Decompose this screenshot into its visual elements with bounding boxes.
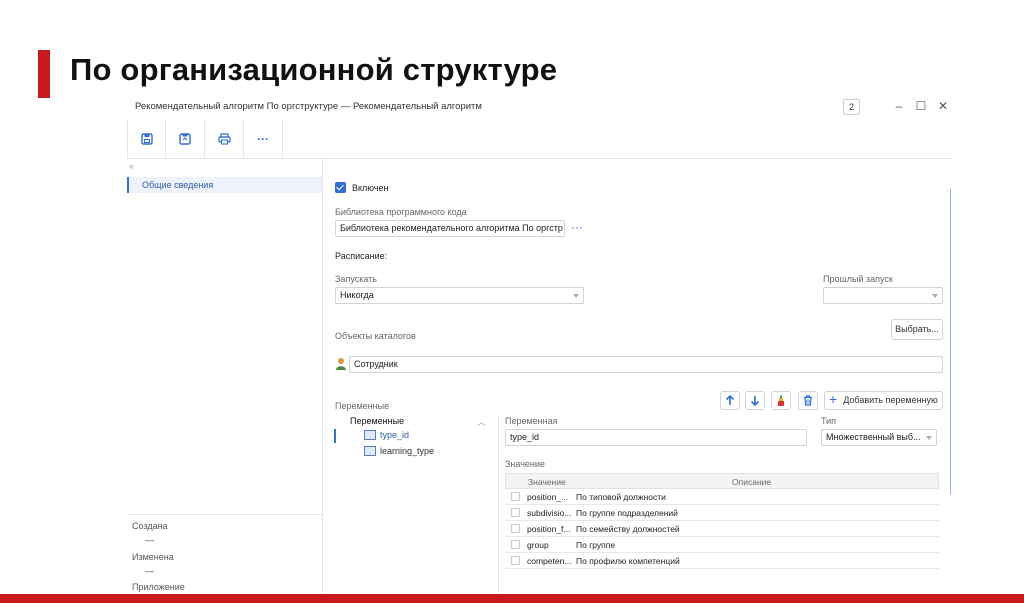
variables-tree-root[interactable]: Переменные: [350, 416, 404, 426]
user-icon: [336, 358, 346, 370]
row-checkbox[interactable]: [511, 492, 520, 501]
chevron-up-icon[interactable]: ︿: [477, 415, 486, 428]
add-variable-label: Добавить переменную: [843, 395, 938, 405]
sidebar-item-general[interactable]: Общие сведения: [127, 177, 322, 193]
choose-button[interactable]: Выбрать...: [891, 319, 943, 340]
row-description: По семейству должностей: [576, 524, 680, 534]
sort-button[interactable]: [771, 391, 791, 410]
library-label: Библиотека программного кода: [335, 207, 467, 217]
slide-accent-bar: [38, 50, 50, 98]
values-grid-header: Значение Описание: [505, 473, 939, 489]
sidebar-collapse-icon[interactable]: «: [129, 161, 134, 171]
add-variable-button[interactable]: + Добавить переменную: [824, 391, 943, 410]
row-value: subdivisio...: [527, 508, 572, 518]
catalog-item-field[interactable]: Сотрудник: [349, 356, 943, 373]
run-label: Запускать: [335, 274, 377, 284]
window: Рекомендательный алгоритм По оргструктур…: [127, 95, 953, 594]
more-button[interactable]: ···: [244, 119, 283, 158]
save-icon: [140, 132, 153, 145]
row-description: По группе подразделений: [576, 508, 678, 518]
sidebar-footer: Создана — Изменена — Приложение: [127, 514, 322, 592]
enabled-label: Включен: [352, 183, 389, 193]
close-button[interactable]: ✕: [936, 98, 950, 114]
row-checkbox[interactable]: [511, 540, 520, 549]
chevron-down-icon: [926, 436, 932, 440]
type-label: Тип: [821, 416, 837, 426]
row-value: position_f...: [527, 524, 571, 534]
type-select-value: Множественный выб...: [826, 432, 921, 442]
toolbar: ···: [127, 119, 953, 159]
variables-label: Переменные: [335, 401, 390, 411]
tree-item-learning-type[interactable]: learning_type: [364, 446, 434, 456]
variable-name-field[interactable]: type_id: [505, 429, 807, 446]
delete-button[interactable]: [798, 391, 818, 410]
chevron-down-icon: [932, 294, 938, 298]
arrow-up-icon: [725, 395, 735, 405]
grid-column-value: Значение: [528, 477, 566, 487]
tree-item-type-id[interactable]: type_id: [364, 430, 409, 440]
bucket-icon: [778, 395, 784, 406]
run-select-value: Никогда: [340, 290, 374, 300]
print-icon: [217, 132, 231, 145]
last-run-label: Прошлый запуск: [823, 274, 893, 284]
save-close-icon: [179, 132, 191, 145]
row-value: position_...: [527, 492, 569, 502]
run-select[interactable]: Никогда: [335, 287, 584, 304]
maximize-button[interactable]: ☐: [914, 98, 928, 114]
table-row[interactable]: competen... По профилю компетенций: [505, 553, 939, 569]
tree-item-label: learning_type: [380, 446, 435, 456]
minimize-button[interactable]: –: [892, 98, 906, 114]
trash-icon: [804, 395, 812, 406]
chevron-down-icon: [573, 294, 579, 298]
table-row[interactable]: group По группе: [505, 537, 939, 553]
row-checkbox[interactable]: [511, 508, 520, 517]
window-counter-badge[interactable]: 2: [843, 99, 860, 115]
scrollbar[interactable]: [950, 189, 951, 494]
variable-icon: [364, 430, 376, 440]
row-description: По типовой должности: [576, 492, 666, 502]
enabled-checkbox[interactable]: [335, 182, 346, 193]
save-and-close-button[interactable]: [166, 119, 205, 158]
sidebar: « Общие сведения Создана — Изменена — Пр…: [127, 159, 323, 594]
schedule-label: Расписание:: [335, 251, 388, 261]
library-more-icon[interactable]: ···: [571, 221, 583, 233]
print-button[interactable]: [205, 119, 244, 158]
row-value: group: [527, 540, 549, 550]
main-form: Включен Библиотека программного кода Биб…: [324, 159, 953, 594]
grid-column-description: Описание: [732, 477, 772, 487]
value-label: Значение: [505, 459, 545, 469]
table-row[interactable]: position_... По типовой должности: [505, 489, 939, 505]
tree-selection-indicator: [334, 429, 336, 443]
table-row[interactable]: position_f... По семейству должностей: [505, 521, 939, 537]
slide-bottom-bar: [0, 594, 1024, 603]
tree-item-label: type_id: [380, 430, 410, 440]
last-run-select[interactable]: [823, 287, 943, 304]
created-label: Создана: [132, 521, 168, 531]
row-description: По профилю компетенций: [576, 556, 680, 566]
library-field[interactable]: Библиотека рекомендательного алгоритма П…: [335, 220, 565, 237]
plus-icon: +: [829, 391, 838, 407]
catalogs-label: Объекты каталогов: [335, 331, 416, 341]
tree-divider: [498, 416, 499, 594]
slide-title: По организационной структуре: [70, 52, 558, 87]
attachment-label: Приложение: [132, 582, 185, 592]
window-titlebar: Рекомендательный алгоритм По оргструктур…: [127, 95, 953, 119]
modified-value: —: [145, 566, 154, 576]
window-title: Рекомендательный алгоритм По оргструктур…: [135, 101, 482, 112]
more-icon: ···: [257, 131, 269, 146]
modified-label: Изменена: [132, 552, 174, 562]
move-up-button[interactable]: [720, 391, 740, 410]
type-select[interactable]: Множественный выб...: [821, 429, 937, 446]
created-value: —: [145, 535, 154, 545]
variable-name-label: Переменная: [505, 416, 558, 426]
row-description: По группе: [576, 540, 616, 550]
save-button[interactable]: [127, 119, 166, 158]
row-checkbox[interactable]: [511, 524, 520, 533]
table-row[interactable]: subdivisio... По группе подразделений: [505, 505, 939, 521]
row-checkbox[interactable]: [511, 556, 520, 565]
move-down-button[interactable]: [745, 391, 765, 410]
arrow-down-icon: [750, 396, 760, 406]
variable-icon: [364, 446, 376, 456]
row-value: competen...: [527, 556, 572, 566]
